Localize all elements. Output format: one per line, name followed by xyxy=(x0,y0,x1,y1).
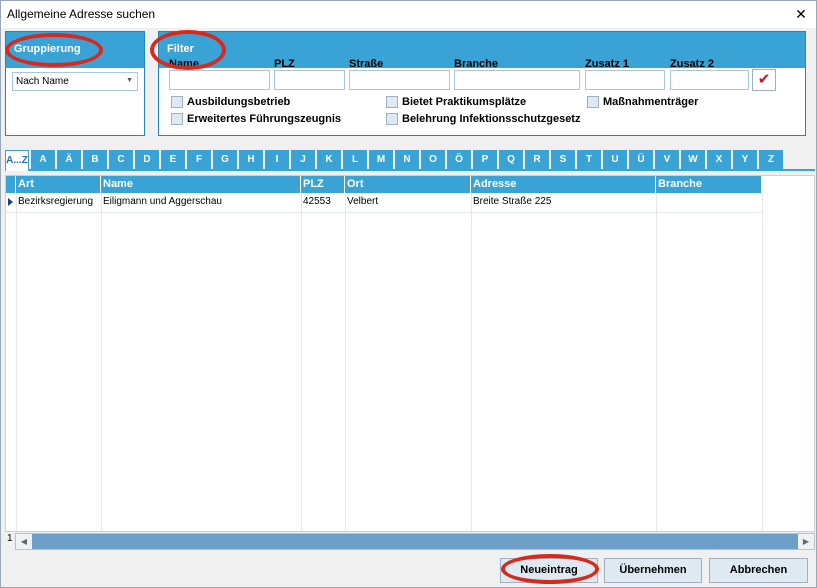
checkbox-massnahmentraeger[interactable] xyxy=(587,96,599,108)
tab-u[interactable]: U xyxy=(603,150,627,169)
checkmark-icon[interactable]: ✔ xyxy=(752,69,776,91)
title-bar: Allgemeine Adresse suchen ✕ xyxy=(1,1,816,28)
filter-strasse-input[interactable] xyxy=(349,70,450,90)
filter-label-zusatz2: Zusatz 2 xyxy=(670,58,715,70)
grouping-title: Gruppierung xyxy=(14,43,81,55)
tab-o[interactable]: O xyxy=(421,150,445,169)
tab-e[interactable]: E xyxy=(161,150,185,169)
tab-a[interactable]: A xyxy=(31,150,55,169)
grouping-selected-value: Nach Name xyxy=(16,76,69,87)
checkbox-ausbildungsbetrieb[interactable] xyxy=(171,96,183,108)
tab-f[interactable]: F xyxy=(187,150,211,169)
table-row-separator xyxy=(6,212,762,213)
column-header-branche[interactable]: Branche xyxy=(656,176,762,193)
column-header-ort[interactable]: Ort xyxy=(345,176,471,193)
tab-r[interactable]: R xyxy=(525,150,549,169)
tab-ue[interactable]: Ü xyxy=(629,150,653,169)
scroll-left-icon[interactable]: ◀ xyxy=(16,534,32,549)
grid-header: Art Name PLZ Ort Adresse Branche xyxy=(6,176,762,193)
scroll-right-icon[interactable]: ▶ xyxy=(798,534,814,549)
cancel-button[interactable]: Abbrechen xyxy=(709,558,808,583)
tab-c[interactable]: C xyxy=(109,150,133,169)
column-header-plz[interactable]: PLZ xyxy=(301,176,345,193)
table-cell-ort[interactable]: Velbert xyxy=(345,196,378,207)
grid-divider xyxy=(762,193,763,531)
table-cell-adresse[interactable]: Breite Straße 225 xyxy=(471,196,551,207)
checkbox-label-fuehrungszeugnis: Erweitertes Führungszeugnis xyxy=(187,113,342,125)
tab-p[interactable]: P xyxy=(473,150,497,169)
checkbox-label-massnahmentraeger: Maßnahmenträger xyxy=(603,96,699,108)
results-grid: Art Name PLZ Ort Adresse Branche Bezirks… xyxy=(5,175,815,532)
filter-title: Filter xyxy=(167,43,194,55)
tab-k[interactable]: K xyxy=(317,150,341,169)
tab-h[interactable]: H xyxy=(239,150,263,169)
record-count: 1 xyxy=(7,533,13,544)
grid-header-indicator xyxy=(6,176,16,193)
tab-z[interactable]: Z xyxy=(759,150,783,169)
filter-label-name: Name xyxy=(169,58,199,70)
filter-label-zusatz1: Zusatz 1 xyxy=(585,58,630,70)
grid-divider xyxy=(16,193,17,531)
grouping-panel-header: Gruppierung xyxy=(6,32,144,68)
table-cell-plz[interactable]: 42553 xyxy=(301,196,331,207)
window-title: Allgemeine Adresse suchen xyxy=(7,7,156,21)
filter-name-input[interactable] xyxy=(169,70,270,90)
column-header-adresse[interactable]: Adresse xyxy=(471,176,656,193)
tab-s[interactable]: S xyxy=(551,150,575,169)
tab-i[interactable]: I xyxy=(265,150,289,169)
grid-divider xyxy=(101,193,102,531)
tab-x[interactable]: X xyxy=(707,150,731,169)
tab-l[interactable]: L xyxy=(343,150,367,169)
filter-label-strasse: Straße xyxy=(349,58,384,70)
tab-q[interactable]: Q xyxy=(499,150,523,169)
filter-panel: Filter Name PLZ Straße Branche Zusatz 1 … xyxy=(158,31,806,136)
table-cell-art[interactable]: Bezirksregierung xyxy=(16,196,93,207)
grid-divider xyxy=(656,193,657,531)
grid-divider xyxy=(301,193,302,531)
tab-g[interactable]: G xyxy=(213,150,237,169)
grid-divider xyxy=(471,193,472,531)
tab-d[interactable]: D xyxy=(135,150,159,169)
checkbox-praktikumsplaetze[interactable] xyxy=(386,96,398,108)
checkbox-infektionsschutz[interactable] xyxy=(386,113,398,125)
tab-all[interactable]: A...Z xyxy=(5,150,29,171)
close-icon[interactable]: ✕ xyxy=(786,1,816,28)
checkbox-label-ausbildungsbetrieb: Ausbildungsbetrieb xyxy=(187,96,291,108)
column-header-art[interactable]: Art xyxy=(16,176,101,193)
filter-plz-input[interactable] xyxy=(274,70,345,90)
horizontal-scrollbar[interactable]: ◀ ▶ xyxy=(15,533,815,550)
tab-v[interactable]: V xyxy=(655,150,679,169)
checkbox-label-praktikumsplaetze: Bietet Praktikumsplätze xyxy=(402,96,527,108)
grid-divider xyxy=(345,193,346,531)
tab-j[interactable]: J xyxy=(291,150,315,169)
grouping-panel: Gruppierung Nach Name ▼ xyxy=(5,31,145,136)
tab-b[interactable]: B xyxy=(83,150,107,169)
tab-y[interactable]: Y xyxy=(733,150,757,169)
tab-ae[interactable]: Ä xyxy=(57,150,81,169)
table-cell-name[interactable]: Eiligmann und Aggerschau xyxy=(101,196,222,207)
checkbox-label-infektionsschutz: Belehrung Infektionsschutzgesetz xyxy=(402,113,581,125)
new-entry-button[interactable]: Neueintrag xyxy=(500,558,598,583)
take-over-button[interactable]: Übernehmen xyxy=(604,558,702,583)
tab-w[interactable]: W xyxy=(681,150,705,169)
tab-n[interactable]: N xyxy=(395,150,419,169)
filter-zusatz1-input[interactable] xyxy=(585,70,665,90)
filter-label-branche: Branche xyxy=(454,58,499,70)
chevron-down-icon[interactable]: ▼ xyxy=(126,77,133,84)
checkbox-fuehrungszeugnis[interactable] xyxy=(171,113,183,125)
dialog-window: Allgemeine Adresse suchen ✕ Gruppierung … xyxy=(0,0,817,588)
filter-zusatz2-input[interactable] xyxy=(670,70,749,90)
filter-label-plz: PLZ xyxy=(274,58,295,70)
column-header-name[interactable]: Name xyxy=(101,176,301,193)
alphabet-tabstrip: A...Z A Ä B C D E F G H I J K L M N O Ö … xyxy=(5,149,815,171)
tab-m[interactable]: M xyxy=(369,150,393,169)
row-indicator-icon xyxy=(8,198,13,206)
tab-t[interactable]: T xyxy=(577,150,601,169)
grouping-select[interactable]: Nach Name ▼ xyxy=(12,72,138,91)
filter-branche-input[interactable] xyxy=(454,70,580,90)
tab-oe[interactable]: Ö xyxy=(447,150,471,169)
